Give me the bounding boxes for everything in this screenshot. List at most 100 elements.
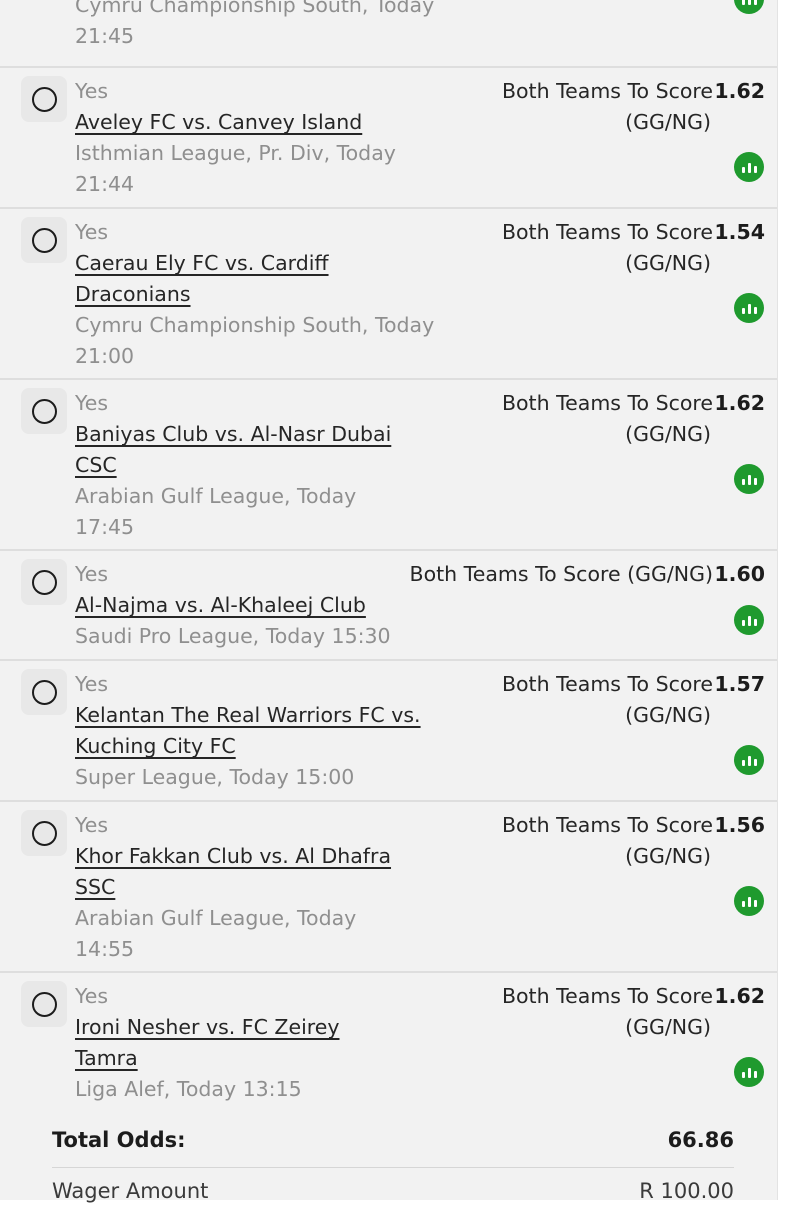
- bet-info: Yes Caerau Ely FC vs. Cardiff Draconians…: [75, 217, 447, 372]
- market-line1: Both Teams To Score: [501, 672, 713, 696]
- market-name: Both Teams To Score (GG/NG): [293, 559, 713, 590]
- bet-row: Yes Caerau Ely FC vs. Cardiff Draconians…: [0, 209, 778, 380]
- wager-amount-row: Wager Amount R 100.00: [52, 1175, 734, 1207]
- market-name: Both Teams To Score (GG/NG): [413, 217, 713, 279]
- match-link[interactable]: Aveley FC vs. Canvey Island: [75, 110, 362, 134]
- total-odds-label: Total Odds:: [52, 1128, 186, 1152]
- odds-value: 1.62: [714, 79, 765, 103]
- market-name: Both Teams To Score (GG/NG): [413, 669, 713, 731]
- bet-info: Yes Aveley FC vs. Canvey Island Isthmian…: [75, 76, 447, 200]
- market-line1: Both Teams To Score (GG/NG): [409, 562, 713, 586]
- bet-info: Cymru Championship South, Today 21:45: [75, 0, 447, 52]
- divider: [52, 1167, 734, 1168]
- bet-row: Yes Aveley FC vs. Canvey Island Isthmian…: [0, 68, 778, 209]
- market-name: Both Teams To Score (GG/NG): [413, 388, 713, 450]
- radio-empty-icon: [31, 991, 57, 1017]
- market-name: Both Teams To Score (GG/NG): [413, 76, 713, 138]
- market-line2: (GG/NG): [625, 110, 711, 134]
- match-time: 14:55: [75, 937, 135, 961]
- select-radio-button[interactable]: [21, 559, 67, 605]
- match-link[interactable]: Ironi Nesher vs. FC Zeirey: [75, 1015, 340, 1039]
- league-name: Arabian Gulf League, Today: [75, 484, 357, 508]
- bet-row: Yes Kelantan The Real Warriors FC vs. Ku…: [0, 661, 778, 802]
- selection-label: Yes: [75, 813, 109, 837]
- radio-empty-icon: [31, 227, 57, 253]
- radio-empty-icon: [31, 679, 57, 705]
- select-radio-button[interactable]: [21, 76, 67, 122]
- bet-info: Yes Ironi Nesher vs. FC Zeirey Tamra Lig…: [75, 981, 447, 1105]
- league-name: Super League, Today 15:00: [75, 765, 355, 789]
- market-line2: (GG/NG): [625, 844, 711, 868]
- stats-icon[interactable]: [734, 293, 764, 323]
- market-line2: (GG/NG): [625, 703, 711, 727]
- market-name: Both Teams To Score (GG/NG): [413, 981, 713, 1043]
- betslip-list: Cymru Championship South, Today 21:45 Ye…: [0, 0, 778, 1203]
- wager-amount-value[interactable]: R 100.00: [639, 1175, 734, 1207]
- odds-value: 1.62: [714, 391, 765, 415]
- bet-info: Yes Khor Fakkan Club vs. Al Dhafra SSC A…: [75, 810, 447, 965]
- match-link[interactable]: Caerau Ely FC vs. Cardiff: [75, 251, 329, 275]
- scrollbar[interactable]: [777, 0, 786, 1200]
- odds-value: 1.54: [714, 220, 765, 244]
- league-name: Arabian Gulf League, Today: [75, 906, 357, 930]
- select-radio-button[interactable]: [21, 981, 67, 1027]
- stats-icon[interactable]: [734, 745, 764, 775]
- stats-icon[interactable]: [734, 605, 764, 635]
- odds-value: 1.56: [714, 813, 765, 837]
- league-name: Cymru Championship South, Today: [75, 0, 435, 17]
- odds-value: 1.62: [714, 984, 765, 1008]
- match-link-cont[interactable]: Tamra: [75, 1046, 138, 1070]
- match-link[interactable]: Khor Fakkan Club vs. Al Dhafra: [75, 844, 391, 868]
- selection-label: Yes: [75, 672, 109, 696]
- market-line1: Both Teams To Score: [501, 220, 713, 244]
- market-line2: (GG/NG): [625, 422, 711, 446]
- market-line2: (GG/NG): [625, 1015, 711, 1039]
- league-name: Cymru Championship South, Today: [75, 313, 435, 337]
- bet-row: Yes Khor Fakkan Club vs. Al Dhafra SSC A…: [0, 802, 778, 973]
- match-link[interactable]: Kelantan The Real Warriors FC vs.: [75, 703, 421, 727]
- match-link[interactable]: Baniyas Club vs. Al-Nasr Dubai: [75, 422, 391, 446]
- market-line1: Both Teams To Score: [501, 813, 713, 837]
- match-time: 21:45: [75, 24, 135, 48]
- selection-label: Yes: [75, 79, 109, 103]
- market-line1: Both Teams To Score: [501, 79, 713, 103]
- stats-icon[interactable]: [734, 464, 764, 494]
- match-link-cont[interactable]: CSC: [75, 453, 117, 477]
- radio-empty-icon: [31, 820, 57, 846]
- stats-icon[interactable]: [734, 1057, 764, 1087]
- market-line1: Both Teams To Score: [501, 984, 713, 1008]
- selection-label: Yes: [75, 391, 109, 415]
- select-radio-button[interactable]: [21, 217, 67, 263]
- wager-amount-label: Wager Amount: [52, 1179, 209, 1203]
- select-radio-button[interactable]: [21, 669, 67, 715]
- odds-value: 1.60: [714, 562, 765, 586]
- match-link-cont[interactable]: Kuching City FC: [75, 734, 236, 758]
- total-odds-value: 66.86: [667, 1128, 734, 1152]
- bet-row: Yes Al-Najma vs. Al-Khaleej Club Saudi P…: [0, 551, 778, 661]
- market-name: Both Teams To Score (GG/NG): [413, 810, 713, 872]
- stats-icon[interactable]: [734, 886, 764, 916]
- selection-label: Yes: [75, 984, 109, 1008]
- radio-empty-icon: [31, 398, 57, 424]
- stats-icon[interactable]: [734, 152, 764, 182]
- league-name: Liga Alef, Today 13:15: [75, 1077, 302, 1101]
- radio-empty-icon: [31, 86, 57, 112]
- match-link-cont[interactable]: Draconians: [75, 282, 191, 306]
- bet-row: Yes Baniyas Club vs. Al-Nasr Dubai CSC A…: [0, 380, 778, 551]
- total-odds-row: Total Odds: 66.86: [52, 1124, 734, 1156]
- odds-value: 1.57: [714, 672, 765, 696]
- bet-row: Yes Ironi Nesher vs. FC Zeirey Tamra Lig…: [0, 973, 778, 1114]
- select-radio-button[interactable]: [21, 388, 67, 434]
- selection-label: Yes: [75, 220, 109, 244]
- match-time: 17:45: [75, 515, 135, 539]
- bet-info: Yes Baniyas Club vs. Al-Nasr Dubai CSC A…: [75, 388, 447, 543]
- match-time: 21:00: [75, 344, 135, 368]
- league-name: Isthmian League, Pr. Div, Today: [75, 141, 396, 165]
- match-link[interactable]: Al-Najma vs. Al-Khaleej Club: [75, 593, 366, 617]
- market-line2: (GG/NG): [625, 251, 711, 275]
- radio-empty-icon: [31, 569, 57, 595]
- select-radio-button[interactable]: [21, 810, 67, 856]
- market-line1: Both Teams To Score: [501, 391, 713, 415]
- match-link-cont[interactable]: SSC: [75, 875, 115, 899]
- stats-icon[interactable]: [734, 0, 764, 14]
